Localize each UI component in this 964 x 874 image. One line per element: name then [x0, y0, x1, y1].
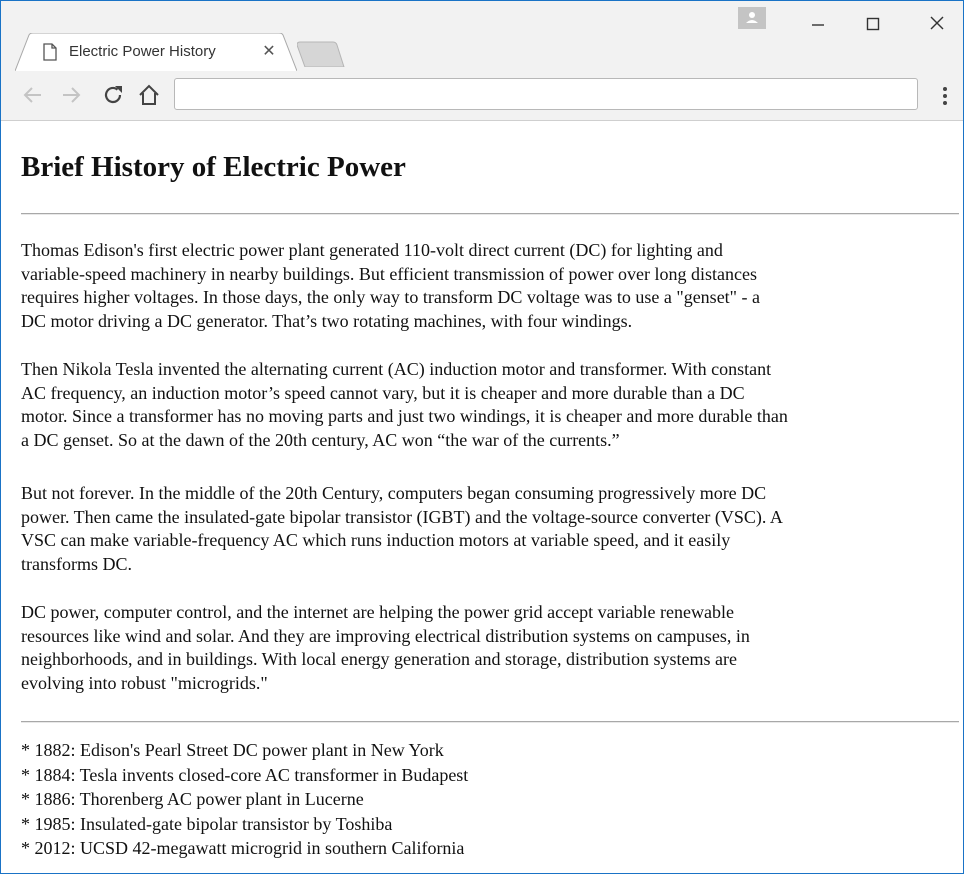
timeline-list: * 1882: Edison's Pearl Street DC power p…	[21, 738, 921, 861]
paragraph-tesla: Then Nikola Tesla invented the alternati…	[21, 359, 788, 450]
tab-title: Electric Power History	[69, 43, 216, 60]
tab-strip: Electric Power History ✕	[1, 1, 963, 71]
paragraph-microgrids: DC power, computer control, and the inte…	[21, 602, 750, 693]
page-content: Brief History of Electric Power Thomas E…	[1, 121, 963, 873]
address-bar[interactable]	[174, 78, 918, 110]
list-item: * 1882: Edison's Pearl Street DC power p…	[21, 740, 444, 760]
new-tab-button[interactable]	[296, 41, 345, 72]
horizontal-rule	[21, 213, 959, 215]
arrow-right-icon[interactable]	[59, 83, 83, 107]
minimize-icon[interactable]	[798, 9, 838, 37]
arrow-left-icon[interactable]	[21, 83, 45, 107]
page-title: Brief History of Electric Power	[21, 151, 406, 183]
home-icon[interactable]	[137, 83, 161, 107]
horizontal-rule	[21, 721, 959, 723]
paragraph-semiconductors: But not forever. In the middle of the 20…	[21, 483, 783, 574]
profile-icon[interactable]	[738, 7, 766, 29]
close-icon[interactable]	[917, 9, 957, 37]
browser-window: Electric Power History ✕ Brief History o…	[0, 0, 964, 874]
list-item: * 1985: Insulated-gate bipolar transisto…	[21, 813, 393, 834]
page-icon	[43, 43, 57, 61]
reload-icon[interactable]	[101, 83, 125, 107]
tab-electric-power-history[interactable]: Electric Power History ✕	[15, 33, 297, 71]
kebab-menu-icon[interactable]	[935, 83, 955, 109]
maximize-icon[interactable]	[853, 9, 893, 37]
browser-toolbar	[1, 71, 963, 121]
list-item: * 1886: Thorenberg AC power plant in Luc…	[21, 789, 364, 809]
list-item: * 1884: Tesla invents closed-core AC tra…	[21, 764, 469, 785]
tab-close-icon[interactable]: ✕	[259, 41, 279, 61]
list-item: * 2012: UCSD 42-megawatt microgrid in so…	[21, 838, 465, 858]
paragraph-edison: Thomas Edison's first electric power pla…	[21, 240, 761, 331]
